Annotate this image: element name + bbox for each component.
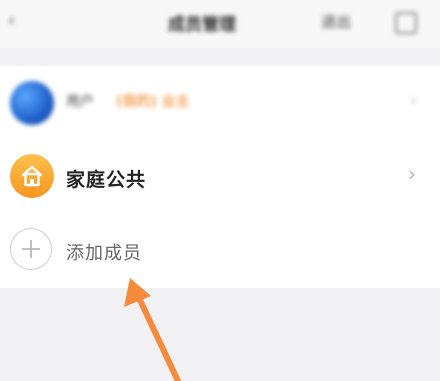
annotation-arrow [124, 278, 181, 381]
